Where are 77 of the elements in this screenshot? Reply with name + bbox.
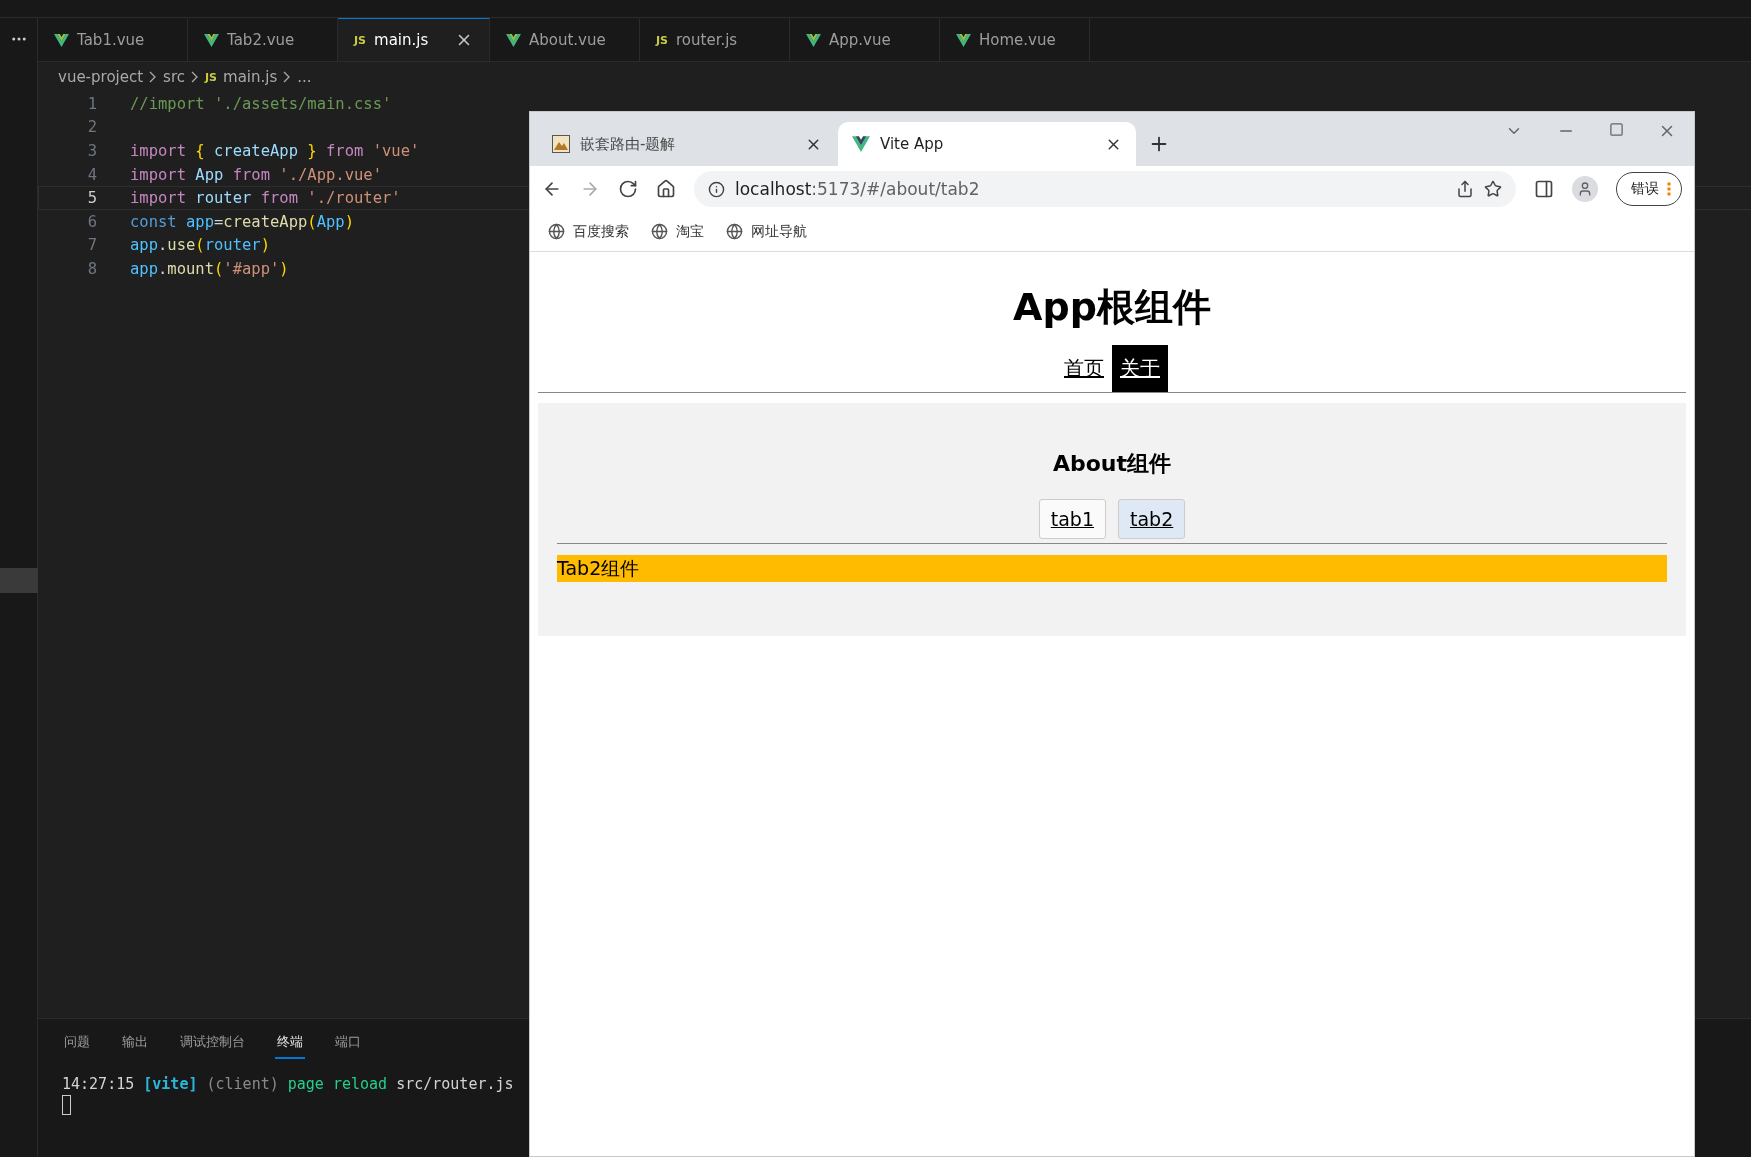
panel-tab[interactable]: 问题 — [62, 1029, 92, 1059]
js-file-icon: JS — [354, 33, 366, 47]
browser-tab[interactable]: Vite App — [838, 122, 1136, 166]
code-line: const app=createApp(App) — [130, 212, 355, 231]
bookmark[interactable]: 淘宝 — [651, 222, 704, 241]
code-line: import App from './App.vue' — [130, 165, 382, 184]
home-icon[interactable] — [656, 179, 676, 199]
breadcrumb-item[interactable]: main.js — [223, 68, 278, 86]
vue-file-icon — [806, 33, 821, 47]
tab-label: main.js — [374, 31, 429, 49]
tab-link-button[interactable]: tab1 — [1038, 499, 1106, 539]
code-line: import { createApp } from 'vue' — [130, 142, 420, 160]
maximize-icon[interactable] — [1609, 122, 1624, 137]
globe-icon — [726, 223, 743, 240]
activity-bar-highlight — [0, 568, 38, 593]
picture-favicon-icon — [552, 135, 570, 153]
tab-label: Tab2.vue — [227, 31, 295, 49]
chevron-icon — [191, 71, 199, 83]
panel-tab[interactable]: 调试控制台 — [178, 1029, 247, 1059]
error-button[interactable]: 错误 — [1616, 172, 1682, 206]
globe-icon — [548, 223, 565, 240]
js-file-icon: JS — [656, 33, 668, 47]
info-icon[interactable] — [708, 180, 725, 198]
tab-title: Vite App — [880, 135, 945, 153]
nav-link[interactable]: 关于 — [1112, 345, 1168, 392]
terminal-line: 14:27:15 [vite] (client) page reload src/router.js — [62, 1075, 514, 1093]
share-icon[interactable] — [1456, 180, 1474, 198]
chevron-icon — [149, 71, 158, 83]
vue-file-icon — [506, 33, 521, 47]
code-line: app.use(router) — [130, 236, 271, 255]
tab-label: Home.vue — [979, 31, 1056, 49]
chevron-icon — [283, 71, 292, 83]
url-text: localhost:5173/#/about/tab2 — [735, 179, 980, 199]
line-number: 6 — [86, 212, 97, 231]
breadcrumb-item[interactable]: src — [163, 68, 185, 86]
vue-file-icon — [956, 33, 971, 47]
address-bar[interactable]: localhost:5173/#/about/tab2 — [694, 171, 1516, 207]
reload-icon[interactable] — [618, 179, 638, 199]
page-title: App根组件 — [1012, 284, 1212, 331]
tab-label: About.vue — [529, 31, 606, 49]
section-heading: About组件 — [1051, 450, 1173, 478]
side-panel-icon[interactable] — [1534, 179, 1554, 199]
tab-label: router.js — [676, 31, 738, 49]
vue-logo-icon — [852, 136, 870, 152]
code-line: //import './assets/main.css' — [130, 94, 392, 113]
vue-file-icon — [54, 33, 69, 47]
line-number: 8 — [86, 259, 97, 278]
profile-avatar[interactable] — [1572, 176, 1598, 202]
breadcrumb-item[interactable]: ... — [297, 68, 312, 86]
tab-label: App.vue — [829, 31, 891, 49]
terminal-cursor — [62, 1095, 71, 1115]
line-number: 1 — [86, 94, 97, 113]
line-number: 4 — [86, 165, 97, 184]
tab-title: 嵌套路由-题解 — [580, 134, 677, 154]
tab-link-button[interactable]: tab2 — [1118, 499, 1186, 539]
panel-tab[interactable]: 输出 — [120, 1029, 150, 1059]
line-number: 3 — [86, 142, 97, 160]
vue-file-icon — [204, 33, 219, 47]
code-line: app.mount('#app') — [130, 259, 289, 278]
nav-link[interactable]: 首页 — [1056, 345, 1112, 392]
more-icon — [1667, 182, 1671, 196]
line-number: 7 — [86, 236, 97, 255]
js-file-icon: JS — [205, 70, 217, 84]
browser-tab[interactable]: 嵌套路由-题解 — [538, 122, 836, 166]
editor-tab[interactable]: JS main.js — [338, 18, 490, 61]
panel-tab[interactable]: 端口 — [333, 1029, 363, 1059]
line-number: 2 — [86, 118, 97, 137]
bookmark[interactable]: 百度搜索 — [548, 222, 629, 241]
code-line: import router from './router' — [130, 189, 401, 208]
panel-tab[interactable]: 终端 — [275, 1029, 305, 1059]
bookmark[interactable]: 网址导航 — [726, 222, 807, 241]
line-number: 5 — [86, 189, 97, 208]
star-icon[interactable] — [1484, 180, 1502, 198]
tab-label: Tab1.vue — [77, 31, 145, 49]
globe-icon — [651, 223, 668, 240]
tab-content: Tab2组件 — [557, 555, 1667, 582]
breadcrumb-item[interactable]: vue-project — [58, 68, 144, 86]
